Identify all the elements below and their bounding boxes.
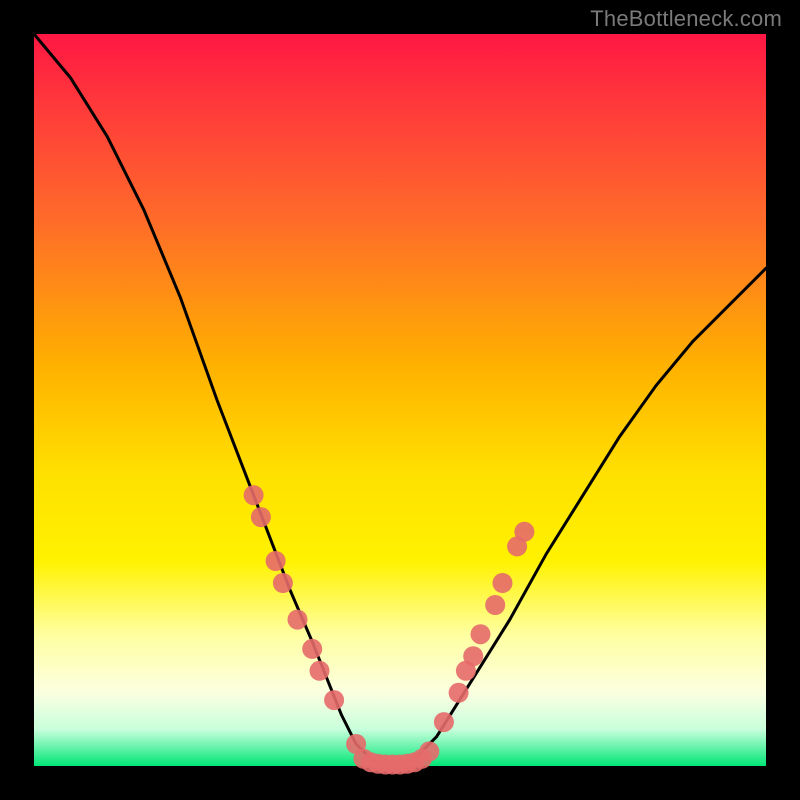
curve-path [34,34,766,766]
plot-area [34,34,766,766]
marker-dot [302,639,322,659]
watermark-text: TheBottleneck.com [590,6,782,32]
marker-dot [485,595,505,615]
marker-dot [471,624,491,644]
marker-dot [266,551,286,571]
marker-dot [419,741,439,761]
marker-dot [463,646,483,666]
marker-dot [244,485,264,505]
chart-container: TheBottleneck.com [0,0,800,800]
marker-dot [449,683,469,703]
marker-dot [434,712,454,732]
marker-group [244,485,535,774]
marker-dot [493,573,513,593]
marker-dot [514,522,534,542]
marker-dot [288,610,308,630]
chart-svg [34,34,766,766]
marker-dot [273,573,293,593]
bottleneck-curve [34,34,766,766]
marker-dot [310,661,330,681]
marker-dot [251,507,271,527]
marker-dot [324,690,344,710]
